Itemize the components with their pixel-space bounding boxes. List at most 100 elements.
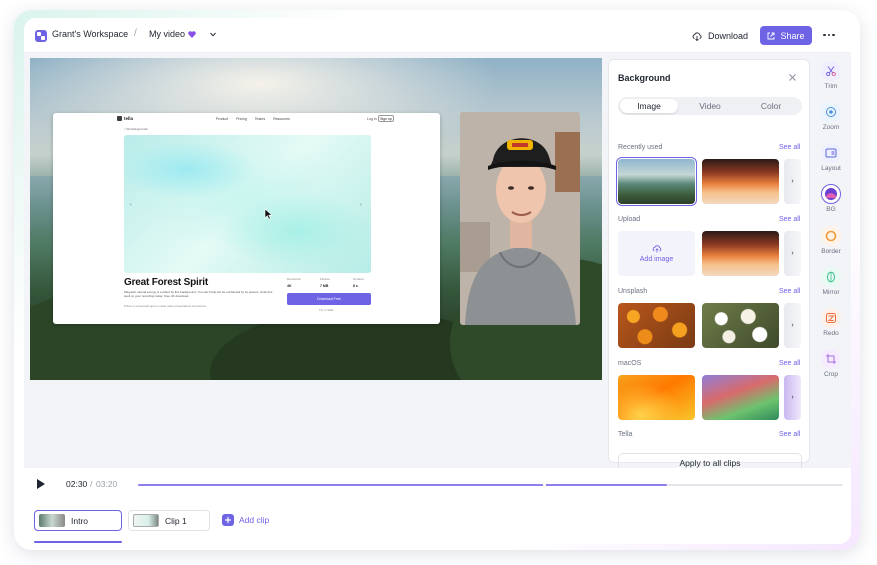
workspace-logo-icon[interactable] xyxy=(35,30,47,42)
background-thumbnail[interactable] xyxy=(616,157,697,206)
section-label: macOS xyxy=(618,360,642,367)
share-button[interactable]: Share xyxy=(760,26,812,45)
slide-nav-link: Teams xyxy=(254,117,266,121)
tool-label: Mirror xyxy=(822,289,840,296)
stat-label: Filesize xyxy=(320,277,331,281)
see-all-link[interactable]: See all xyxy=(779,431,800,438)
workspace-name[interactable]: Grant's Workspace xyxy=(52,29,128,39)
add-image-button[interactable]: Add image xyxy=(618,231,695,276)
clip-label: Clip 1 xyxy=(165,515,187,526)
tool-redo[interactable]: Redo xyxy=(816,308,846,337)
add-clip-button[interactable]: Add clip xyxy=(222,514,269,526)
download-button[interactable]: Download xyxy=(692,27,748,45)
active-clip-indicator xyxy=(34,541,122,543)
add-clip-label: Add clip xyxy=(239,515,270,525)
webcam-feed[interactable] xyxy=(460,112,580,325)
background-thumbnail[interactable] xyxy=(618,303,695,348)
slide-nav-links: Product Pricing Teams Resources xyxy=(216,117,290,121)
slide-try-link: Try in Tella xyxy=(319,308,334,312)
tab-color[interactable]: Color xyxy=(742,99,800,113)
tool-label: Layout xyxy=(821,165,841,172)
border-icon xyxy=(821,226,841,246)
slide-download-button: Download Free xyxy=(287,293,371,305)
video-title[interactable]: My video xyxy=(149,29,185,39)
chevron-right-icon: › xyxy=(360,202,362,208)
screen-recording[interactable]: tella Product Pricing Teams Resources Lo… xyxy=(53,113,440,324)
chevron-right-icon: › xyxy=(791,178,794,185)
more-options-button[interactable] xyxy=(821,28,837,42)
play-icon[interactable] xyxy=(36,478,46,490)
chevron-right-icon: › xyxy=(791,322,794,329)
layout-icon xyxy=(821,143,841,163)
background-thumbnail[interactable] xyxy=(702,159,779,204)
tool-border[interactable]: Border xyxy=(816,226,846,255)
dot-icon xyxy=(827,33,831,37)
clip-label: Intro xyxy=(71,515,89,526)
close-icon[interactable] xyxy=(788,73,797,82)
tool-crop[interactable]: Crop xyxy=(816,349,846,378)
tool-label: Redo xyxy=(823,330,839,337)
slide-hero-image xyxy=(124,135,371,273)
scrubber-track[interactable] xyxy=(138,483,843,487)
chevron-down-icon[interactable] xyxy=(210,32,216,37)
person-avatar-icon xyxy=(460,112,580,325)
tab-video[interactable]: Video xyxy=(681,99,739,113)
tab-image[interactable]: Image xyxy=(620,99,678,113)
download-label: Download xyxy=(708,31,749,41)
add-image-label: Add image xyxy=(639,255,674,263)
clip-intro[interactable]: Intro xyxy=(34,510,122,531)
slide-description: Magnetic natural energy is emitted by th… xyxy=(124,290,273,298)
tool-label: Zoom xyxy=(822,124,840,131)
breadcrumb-separator: / xyxy=(134,28,137,39)
see-all-link[interactable]: See all xyxy=(779,144,800,151)
mouse-cursor-icon xyxy=(264,208,273,220)
share-icon xyxy=(768,32,775,39)
more-thumbnails-button[interactable]: › xyxy=(784,375,801,420)
crop-icon xyxy=(821,349,841,369)
playback-bar: 02:30 / 03:20 xyxy=(24,468,851,500)
background-panel: Background Image Video Color Recently us… xyxy=(608,59,810,473)
tool-mirror[interactable]: Mirror xyxy=(816,267,846,296)
background-thumbnail[interactable] xyxy=(618,375,695,420)
more-thumbnails-button[interactable]: › xyxy=(784,231,801,276)
purple-heart-icon xyxy=(188,31,196,38)
tool-layout[interactable]: Layout xyxy=(816,143,846,172)
scrubber-progress xyxy=(138,484,667,486)
current-time: 02:30 xyxy=(66,479,88,489)
section-label: Unsplash xyxy=(618,288,648,295)
slide-stat: Resolution 4K xyxy=(287,277,301,288)
cloud-download-icon xyxy=(692,31,702,41)
chevron-left-icon: ‹ xyxy=(130,202,132,208)
slide-stat: Filesize 7 MB xyxy=(320,277,330,288)
app-window: Grant's Workspace / My video Download Sh… xyxy=(24,18,851,544)
tool-label: Crop xyxy=(823,371,839,378)
zoom-icon xyxy=(821,102,841,122)
tool-bg[interactable]: BG xyxy=(816,184,846,213)
background-thumbnail[interactable] xyxy=(702,375,779,420)
background-thumbnail[interactable] xyxy=(702,231,779,276)
slide-stat: Duration 8 s xyxy=(353,277,364,288)
panel-title: Background xyxy=(618,73,671,83)
background-thumbnail[interactable] xyxy=(702,303,779,348)
clip-1[interactable]: Clip 1 xyxy=(128,510,210,531)
more-thumbnails-button[interactable]: › xyxy=(784,303,801,348)
slide-back-link: < All backgrounds xyxy=(124,127,148,131)
tool-label: Border xyxy=(821,248,841,255)
video-canvas[interactable]: tella Product Pricing Teams Resources Lo… xyxy=(30,58,602,380)
more-thumbnails-button[interactable]: › xyxy=(784,159,801,204)
see-all-link[interactable]: See all xyxy=(779,216,800,223)
stat-label: Resolution xyxy=(287,277,302,281)
see-all-link[interactable]: See all xyxy=(779,360,800,367)
background-icon xyxy=(821,184,841,204)
section-label: Recently used xyxy=(618,144,663,151)
upload-icon xyxy=(652,244,661,252)
mirror-icon xyxy=(821,267,841,287)
tool-label: BG xyxy=(826,206,836,213)
stat-value: 8 s xyxy=(353,284,358,288)
see-all-link[interactable]: See all xyxy=(779,288,800,295)
tool-zoom[interactable]: Zoom xyxy=(816,102,846,131)
redo-icon xyxy=(821,308,841,328)
tool-trim[interactable]: Trim xyxy=(816,61,846,90)
chevron-right-icon: › xyxy=(791,394,794,401)
slide-nav-link: Product xyxy=(216,117,229,121)
